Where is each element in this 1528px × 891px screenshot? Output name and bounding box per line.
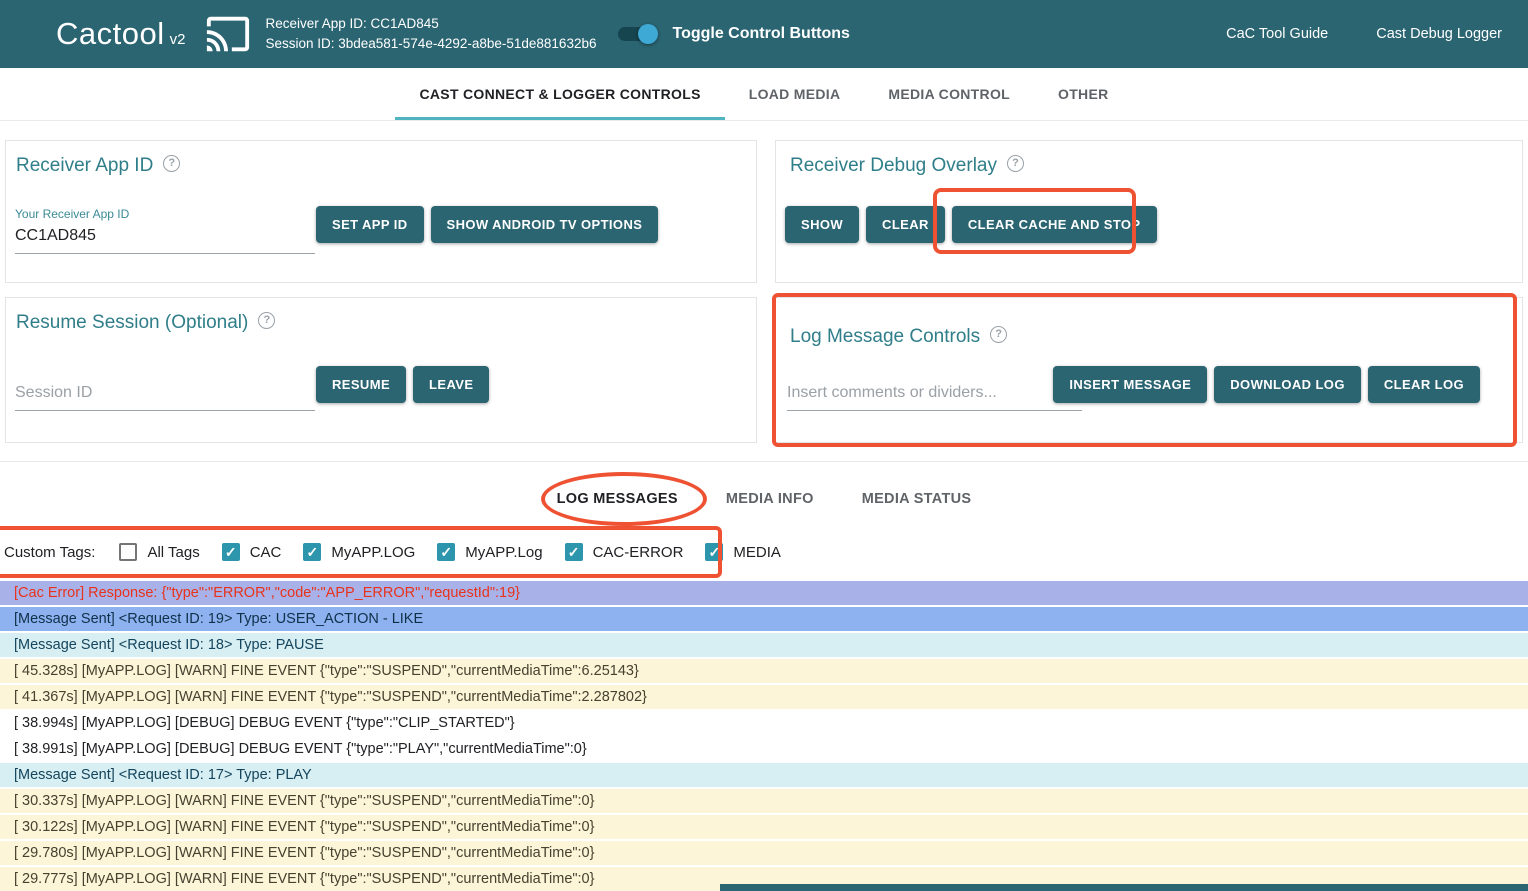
cac-tool-guide-link[interactable]: CaC Tool Guide	[1226, 26, 1328, 42]
download-log-button[interactable]: DOWNLOAD LOG	[1214, 366, 1361, 403]
session-id-input[interactable]	[15, 380, 315, 411]
panel-title: Receiver App ID ?	[16, 155, 180, 177]
panel-title: Receiver Debug Overlay ?	[790, 155, 1024, 177]
tab-media-info[interactable]: MEDIA INFO	[702, 491, 838, 507]
checkbox-checked-icon[interactable]: ✓	[222, 543, 240, 561]
cast-icon	[205, 11, 251, 57]
section-divider	[0, 461, 1528, 462]
help-icon[interactable]: ?	[258, 312, 275, 329]
custom-tag-cac-error[interactable]: ✓ CAC-ERROR	[565, 543, 684, 561]
log-row: [ 41.367s] [MyAPP.LOG] [WARN] FINE EVENT…	[0, 685, 1528, 711]
tab-other[interactable]: OTHER	[1034, 68, 1133, 120]
log-row: [ 38.994s] [MyAPP.LOG] [DEBUG] DEBUG EVE…	[0, 711, 1528, 737]
panel-resume-session: Resume Session (Optional) ? RESUME LEAVE	[5, 297, 757, 443]
show-overlay-button[interactable]: SHOW	[785, 206, 859, 243]
log-row: [ 30.122s] [MyAPP.LOG] [WARN] FINE EVENT…	[0, 815, 1528, 841]
app-logo: Cactool v2	[56, 16, 185, 52]
set-app-id-button[interactable]: SET APP ID	[316, 206, 424, 243]
custom-tags-label: Custom Tags:	[4, 544, 95, 561]
receiver-app-id-input-block: Your Receiver App ID	[15, 207, 315, 254]
checkbox-checked-icon[interactable]: ✓	[303, 543, 321, 561]
custom-tag-all-tags[interactable]: All Tags	[119, 543, 199, 561]
resume-button[interactable]: RESUME	[316, 366, 406, 403]
custom-tags-list: All Tags ✓ CAC ✓ MyAPP.LOG ✓ MyAPP.Log ✓ CAC-ERR…	[119, 543, 803, 561]
log-row: [Cac Error] Response: {"type":"ERROR","c…	[0, 581, 1528, 607]
insert-message-button[interactable]: INSERT MESSAGE	[1053, 366, 1207, 403]
help-icon[interactable]: ?	[1007, 155, 1024, 172]
panel-receiver-debug-overlay: Receiver Debug Overlay ? SHOW CLEAR CLEA…	[775, 140, 1523, 283]
custom-tag-myapp-log[interactable]: ✓ MyAPP.LOG	[303, 543, 415, 561]
app-title: Cactool	[56, 16, 165, 52]
panel-title-text: Receiver Debug Overlay	[790, 155, 997, 177]
custom-tag-label: All Tags	[147, 544, 199, 561]
custom-tag-label: MyAPP.LOG	[331, 544, 415, 561]
log-tab-bar: LOG MESSAGES MEDIA INFO MEDIA STATUS	[0, 471, 1528, 527]
toggle-thumb-icon	[638, 24, 658, 44]
custom-tag-cac[interactable]: ✓ CAC	[222, 543, 282, 561]
custom-tag-label: CAC	[250, 544, 282, 561]
session-info: Receiver App ID: CC1AD845 Session ID: 3b…	[265, 14, 596, 54]
cast-debug-logger-link[interactable]: Cast Debug Logger	[1376, 26, 1502, 42]
log-row: [Message Sent] <Request ID: 18> Type: PA…	[0, 633, 1528, 659]
main-tab-bar: CAST CONNECT & LOGGER CONTROLS LOAD MEDI…	[0, 68, 1528, 121]
custom-tag-label: CAC-ERROR	[593, 544, 684, 561]
checkbox-checked-icon[interactable]: ✓	[705, 543, 723, 561]
panel-title-text: Receiver App ID	[16, 155, 153, 177]
show-android-tv-options-button[interactable]: SHOW ANDROID TV OPTIONS	[431, 206, 659, 243]
custom-tag-media[interactable]: ✓ MEDIA	[705, 543, 781, 561]
session-id-text: Session ID: 3bdea581-574e-4292-a8be-51de…	[265, 34, 596, 54]
partial-divider-bar	[720, 884, 1528, 891]
panel-title: Log Message Controls ?	[790, 326, 1007, 348]
checkbox-unchecked-icon[interactable]	[119, 543, 137, 561]
log-row: [ 29.780s] [MyAPP.LOG] [WARN] FINE EVENT…	[0, 841, 1528, 867]
custom-tag-label: MyAPP.Log	[465, 544, 542, 561]
log-comment-input[interactable]	[787, 380, 1082, 411]
tab-cast-connect-logger-controls[interactable]: CAST CONNECT & LOGGER CONTROLS	[395, 68, 724, 120]
custom-tag-label: MEDIA	[733, 544, 781, 561]
tab-media-status[interactable]: MEDIA STATUS	[838, 491, 996, 507]
session-id-input-block	[15, 380, 315, 411]
checkbox-checked-icon[interactable]: ✓	[565, 543, 583, 561]
app-header: Cactool v2 Receiver App ID: CC1AD845 Ses…	[0, 0, 1528, 68]
panel-title-text: Log Message Controls	[790, 326, 980, 348]
panel-log-message-controls: Log Message Controls ? INSERT MESSAGE DO…	[775, 297, 1523, 443]
app-version: v2	[170, 31, 186, 48]
panel-receiver-app-id: Receiver App ID ? Your Receiver App ID S…	[5, 140, 757, 283]
toggle-label: Toggle Control Buttons	[672, 25, 849, 43]
leave-button[interactable]: LEAVE	[413, 366, 489, 403]
help-icon[interactable]: ?	[990, 326, 1007, 343]
custom-tags-row: Custom Tags: All Tags ✓ CAC ✓ MyAPP.LOG ✓ MyAP…	[0, 527, 803, 577]
header-links: CaC Tool Guide Cast Debug Logger	[1226, 26, 1502, 42]
control-buttons-toggle[interactable]	[618, 27, 654, 41]
log-row: [Message Sent] <Request ID: 17> Type: PL…	[0, 763, 1528, 789]
tab-log-messages[interactable]: LOG MESSAGES	[533, 491, 702, 507]
log-comment-input-block	[787, 380, 1082, 411]
panel-title-text: Resume Session (Optional)	[16, 312, 248, 334]
receiver-app-id-input[interactable]	[15, 223, 315, 254]
clear-log-button[interactable]: CLEAR LOG	[1368, 366, 1480, 403]
log-rows: [Cac Error] Response: {"type":"ERROR","c…	[0, 581, 1528, 891]
tab-load-media[interactable]: LOAD MEDIA	[725, 68, 865, 120]
clear-overlay-button[interactable]: CLEAR	[866, 206, 945, 243]
custom-tag-myapp-log[interactable]: ✓ MyAPP.Log	[437, 543, 542, 561]
receiver-app-id-text: Receiver App ID: CC1AD845	[265, 14, 596, 34]
clear-cache-and-stop-button[interactable]: CLEAR CACHE AND STOP	[952, 206, 1157, 243]
tab-media-control[interactable]: MEDIA CONTROL	[864, 68, 1034, 120]
help-icon[interactable]: ?	[163, 155, 180, 172]
log-row: [ 38.991s] [MyAPP.LOG] [DEBUG] DEBUG EVE…	[0, 737, 1528, 763]
log-row: [ 45.328s] [MyAPP.LOG] [WARN] FINE EVENT…	[0, 659, 1528, 685]
panel-title: Resume Session (Optional) ?	[16, 312, 275, 334]
checkbox-checked-icon[interactable]: ✓	[437, 543, 455, 561]
log-row: [Message Sent] <Request ID: 19> Type: US…	[0, 607, 1528, 633]
log-row: [ 30.337s] [MyAPP.LOG] [WARN] FINE EVENT…	[0, 789, 1528, 815]
input-label: Your Receiver App ID	[15, 207, 315, 221]
